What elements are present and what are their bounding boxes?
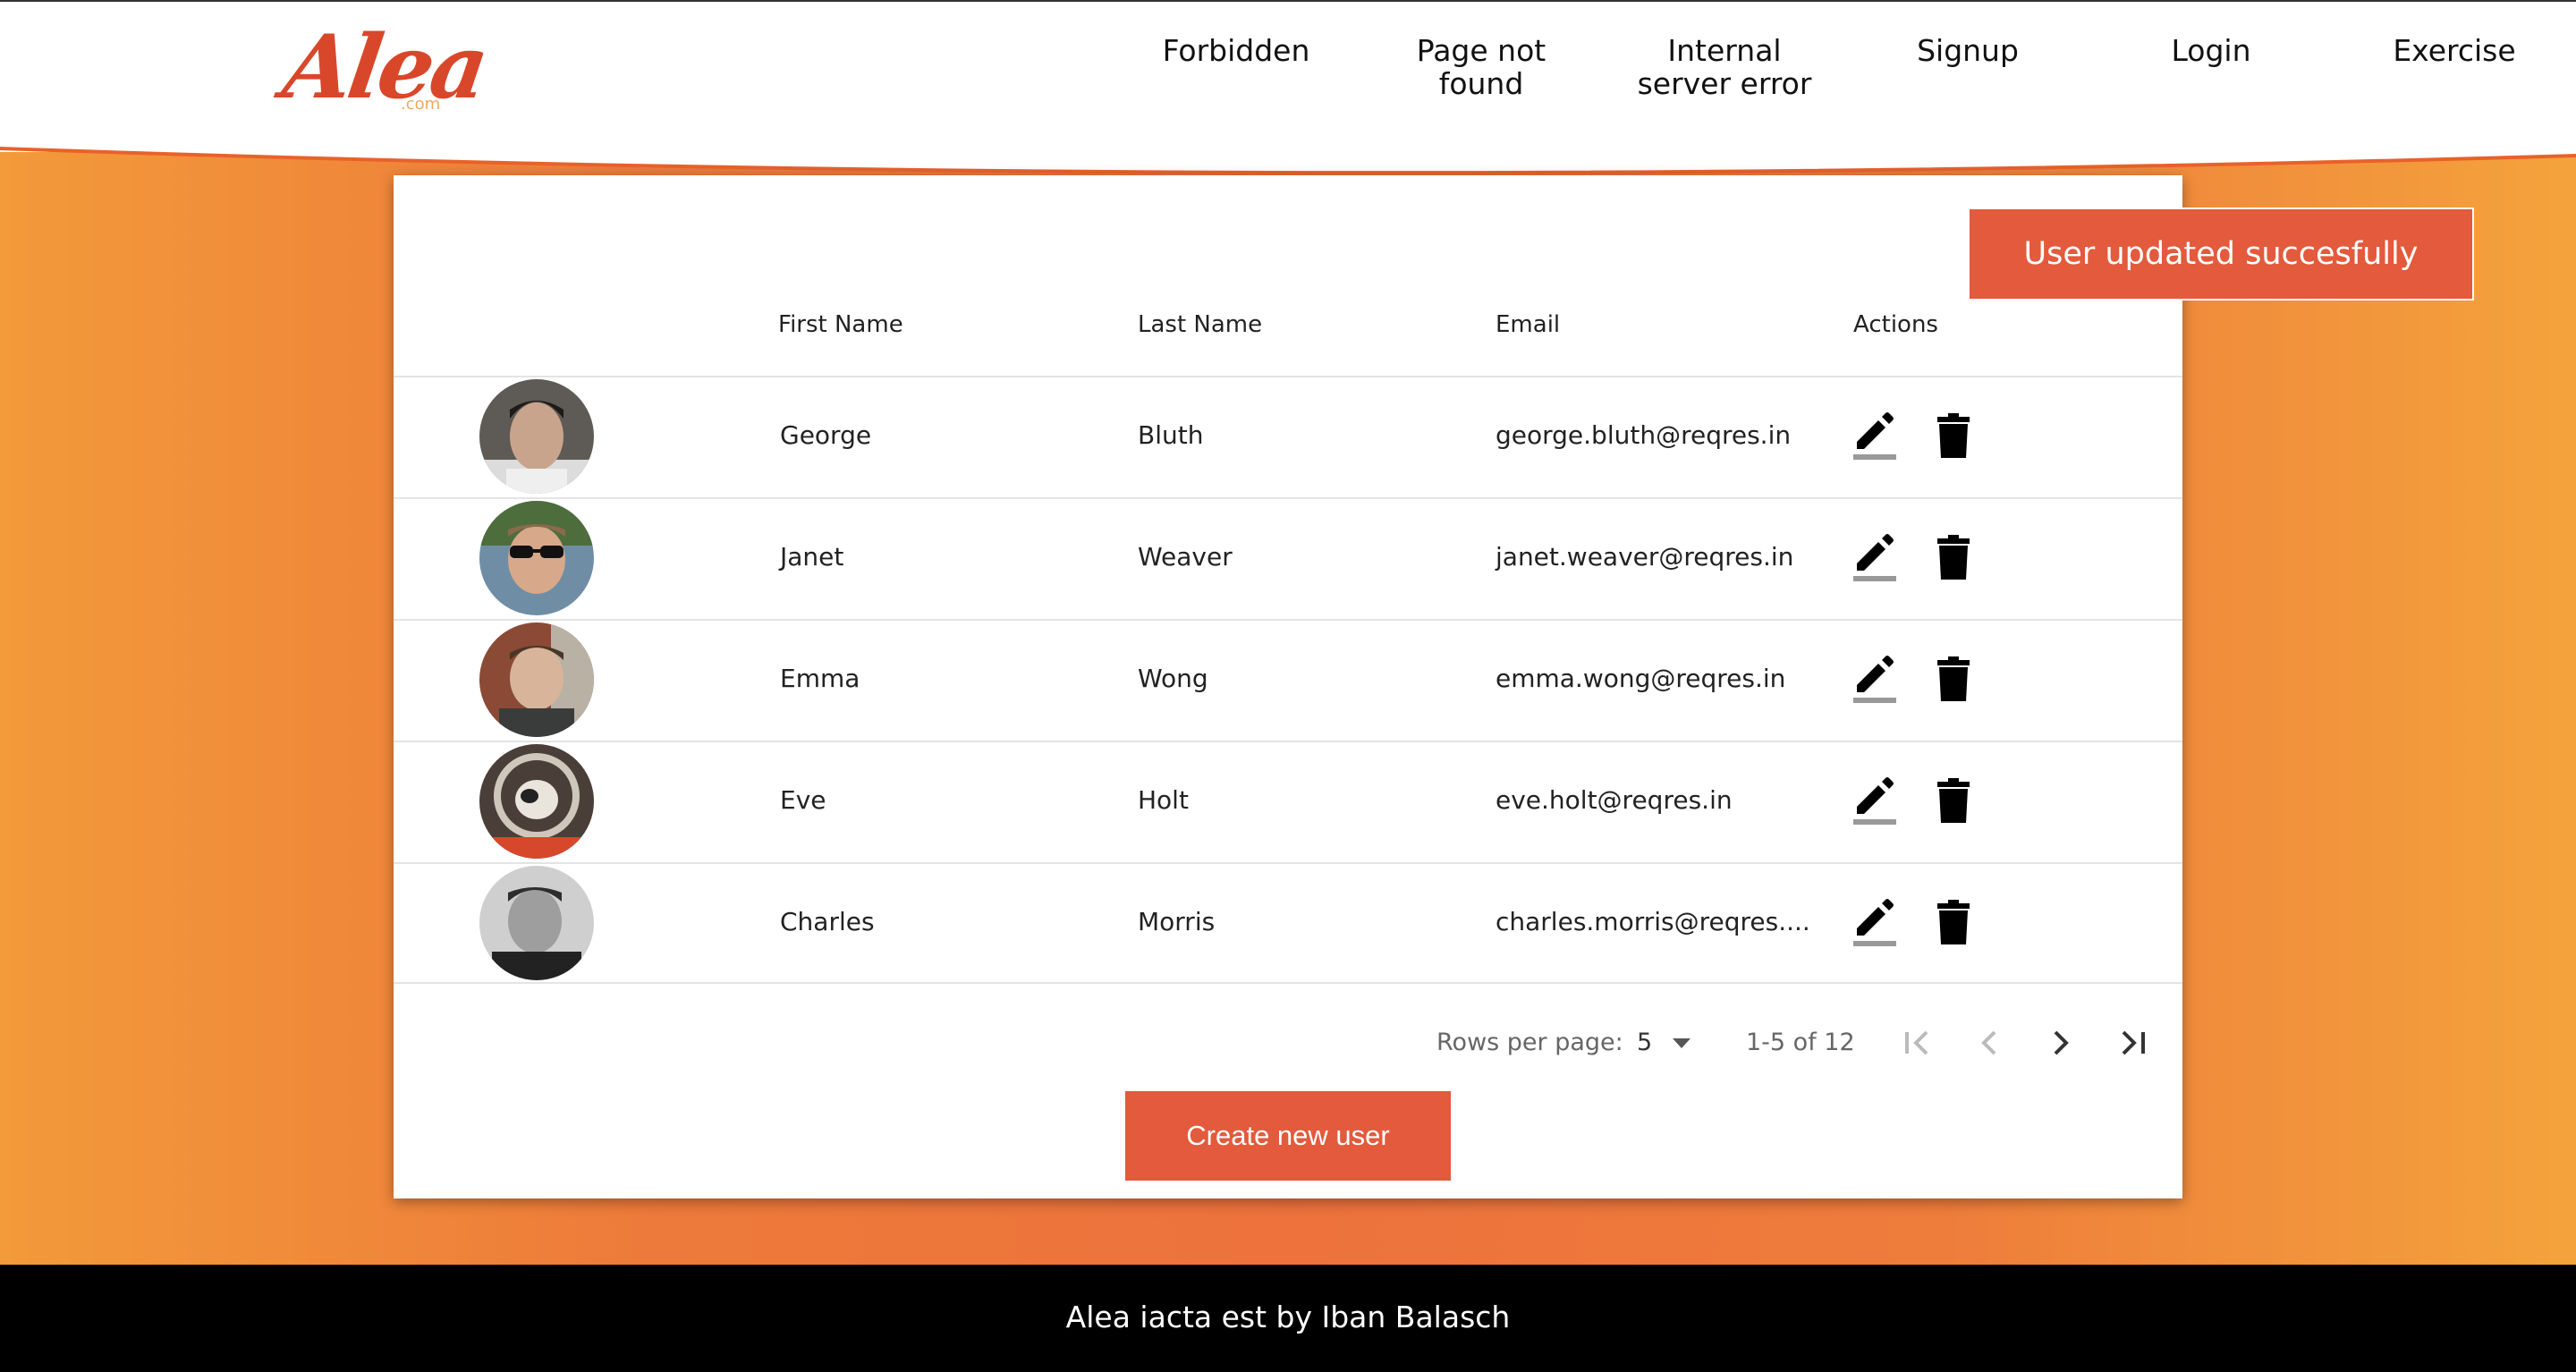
table-row: Charles Morris charles.morris@reqres.... [394, 862, 2182, 984]
cell-email: janet.weaver@reqres.in [1496, 542, 1794, 572]
cell-first-name: George [780, 420, 872, 450]
cell-email: eve.holt@reqres.in [1496, 785, 1733, 815]
footer: Alea iacta est by Iban Balasch [0, 1265, 2576, 1372]
cell-first-name: Charles [780, 907, 875, 936]
table-row: Emma Wong emma.wong@reqres.in [394, 619, 2182, 741]
table-row: Janet Weaver janet.weaver@reqres.in [394, 497, 2182, 619]
cell-last-name: Weaver [1138, 542, 1233, 572]
delete-icon[interactable] [1930, 898, 1977, 948]
table-row: George Bluth george.bluth@reqres.in [394, 376, 2182, 497]
header-first-name[interactable]: First Name [778, 311, 903, 338]
first-page-icon[interactable] [1900, 1025, 1936, 1061]
cell-first-name: Eve [780, 785, 826, 815]
cell-last-name: Holt [1138, 785, 1189, 815]
delete-icon[interactable] [1930, 411, 1977, 462]
delete-icon[interactable] [1930, 533, 1977, 583]
previous-page-icon[interactable] [1971, 1025, 2007, 1061]
edit-icon[interactable] [1852, 776, 1898, 826]
avatar [479, 622, 594, 737]
header-wave [0, 143, 2576, 175]
nav-login[interactable]: Login [2122, 34, 2301, 67]
header-actions: Actions [1853, 311, 1938, 338]
logo-subtext: .com [401, 95, 441, 114]
cell-first-name: Janet [780, 542, 844, 572]
avatar [479, 501, 594, 615]
edit-icon[interactable] [1852, 655, 1898, 705]
header-last-name[interactable]: Last Name [1138, 311, 1262, 338]
table-row: Eve Holt eve.holt@reqres.in [394, 741, 2182, 862]
users-table-card: First Name Last Name Email Actions Georg… [394, 175, 2182, 1198]
success-toast: User updated succesfully [1968, 207, 2474, 301]
cell-email: emma.wong@reqres.in [1496, 664, 1786, 693]
rows-per-page-select[interactable]: 5 [1637, 1016, 1714, 1070]
rows-per-page-label: Rows per page: [1436, 1029, 1623, 1056]
header-email[interactable]: Email [1496, 311, 1560, 338]
cell-last-name: Morris [1138, 907, 1216, 936]
nav-exercise[interactable]: Exercise [2365, 34, 2544, 67]
pagination-range: 1-5 of 12 [1746, 1029, 1855, 1056]
rows-per-page-value: 5 [1637, 1029, 1653, 1056]
edit-icon[interactable] [1852, 898, 1898, 948]
avatar [479, 379, 594, 494]
delete-icon[interactable] [1930, 655, 1977, 705]
avatar [479, 866, 594, 980]
next-page-icon[interactable] [2043, 1025, 2079, 1061]
delete-icon[interactable] [1930, 776, 1977, 826]
nav-signup[interactable]: Signup [1878, 34, 2057, 67]
nav-internal-server-error[interactable]: Internal server error [1626, 34, 1823, 100]
cell-first-name: Emma [780, 664, 860, 693]
header: Alea .com Forbidden Page not found Inter… [0, 0, 2576, 152]
edit-icon[interactable] [1852, 533, 1898, 583]
create-new-user-button[interactable]: Create new user [1125, 1091, 1451, 1181]
cell-last-name: Bluth [1138, 420, 1204, 450]
nav-forbidden[interactable]: Forbidden [1147, 34, 1326, 67]
table-pagination: Rows per page: 5 1-5 of 12 [394, 1016, 2182, 1070]
logo[interactable]: Alea .com [277, 14, 491, 122]
chevron-down-icon [1673, 1038, 1690, 1048]
nav-page-not-found[interactable]: Page not found [1392, 34, 1571, 100]
cell-email: george.bluth@reqres.in [1496, 420, 1792, 450]
cell-email: charles.morris@reqres.... [1496, 907, 1810, 936]
logo-text: Alea [276, 16, 492, 119]
avatar [479, 744, 594, 859]
edit-icon[interactable] [1852, 411, 1898, 462]
cell-last-name: Wong [1138, 664, 1208, 693]
last-page-icon[interactable] [2114, 1025, 2150, 1061]
